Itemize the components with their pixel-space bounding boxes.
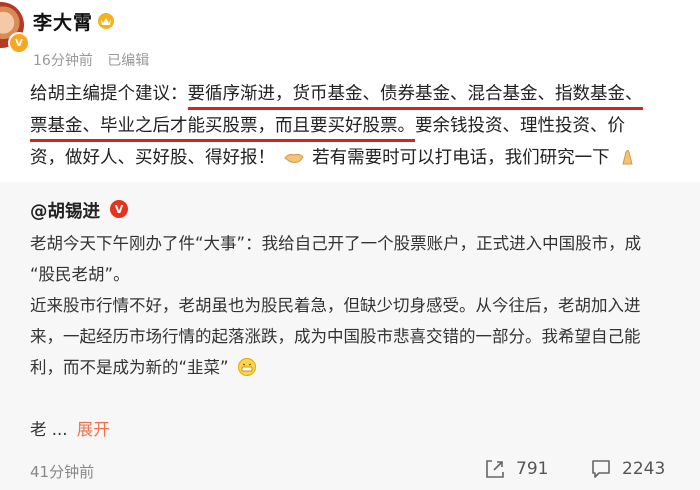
quoted-body: 老胡今天下午刚办了件“大事”：我给自己开了一个股票账户，正式进入中国股市，成 “… — [30, 228, 700, 383]
post-text-segment: 要余钱投资、理性投资、价 — [415, 116, 625, 136]
post-line: 资，做好人、买好股、得好报！ 若有需要时可以打电话，我们研究一下 — [30, 142, 700, 174]
quoted-text-segment: 利，而不是成为新的“韭菜” — [30, 358, 229, 377]
expand-row: 老 ... 展开 — [30, 416, 110, 440]
post-body: 给胡主编提个建议：要循序渐进，货币基金、债券基金、混合基金、指数基金、 票基金、… — [30, 78, 700, 174]
comment-icon — [592, 460, 610, 478]
quoted-footer: 41分钟前 791 2243 — [30, 458, 700, 482]
quoted-line: “股民老胡”。 — [30, 265, 130, 284]
post-line: 给胡主编提个建议：要循序渐进，货币基金、债券基金、混合基金、指数基金、 — [30, 78, 700, 110]
crown-icon — [98, 13, 114, 29]
ellipsis: ... — [51, 420, 68, 439]
quoted-line: 老胡今天下午刚办了件“大事”：我给自己开了一个股票账户，正式进入中国股市，成 — [30, 234, 642, 253]
comment-count: 2243 — [622, 459, 666, 479]
grin-emoji-icon — [237, 358, 256, 376]
quoted-time: 41分钟前 — [30, 463, 95, 481]
post-time: 16分钟前 — [33, 53, 93, 69]
avatar[interactable]: V — [0, 2, 30, 54]
repost-count: 791 — [516, 459, 549, 479]
repost-icon — [486, 460, 504, 478]
highlighted-text: 要循序渐进，货币基金、债券基金、混合基金、指数基金、 — [187, 81, 643, 110]
highlighted-text: 票基金、毕业之后才能买股票，而且要买好股票。 — [30, 113, 415, 142]
post-line: 票基金、毕业之后才能买股票，而且要买好股票。要余钱投资、理性投资、价 — [30, 110, 700, 142]
post-text-segment: 给胡主编提个建议： — [30, 84, 188, 104]
verified-icon: V — [110, 200, 128, 218]
quoted-line: 来，一起经历市场行情的起落涨跌，成为中国股市悲喜交错的一部分。我希望自己能 — [30, 327, 641, 346]
truncated-text: 老 — [30, 420, 47, 439]
clasped-hands-emoji-icon — [622, 150, 633, 165]
quoted-line: 近来股市行情不好，老胡虽也为股民着急，但缺少切身感受。从今往后，老胡加入进 — [30, 296, 641, 315]
repost-button[interactable]: 791 — [484, 458, 548, 480]
comment-button[interactable]: 2243 — [590, 458, 665, 480]
author-name[interactable]: 李大霄 — [33, 8, 93, 35]
post-text-segment: 资，做好人、买好股、得好报！ — [30, 148, 275, 168]
handshake-emoji-icon — [283, 153, 304, 163]
verified-badge-icon: V — [8, 32, 30, 54]
quoted-post-card[interactable]: @胡锡进 V 老胡今天下午刚办了件“大事”：我给自己开了一个股票账户，正式进入中… — [0, 182, 700, 490]
quoted-author[interactable]: @胡锡进 — [30, 198, 100, 223]
edited-label: 已编辑 — [107, 53, 150, 69]
post-meta: 16分钟前 已编辑 — [33, 50, 149, 70]
expand-link[interactable]: 展开 — [77, 420, 110, 439]
weibo-post: V 李大霄 16分钟前 已编辑 给胡主编提个建议：要循序渐进，货币基金、债券基金… — [0, 0, 700, 490]
post-text-segment: 若有需要时可以打电话，我们研究一下 — [312, 148, 610, 168]
quoted-line: 利，而不是成为新的“韭菜” — [30, 352, 700, 383]
